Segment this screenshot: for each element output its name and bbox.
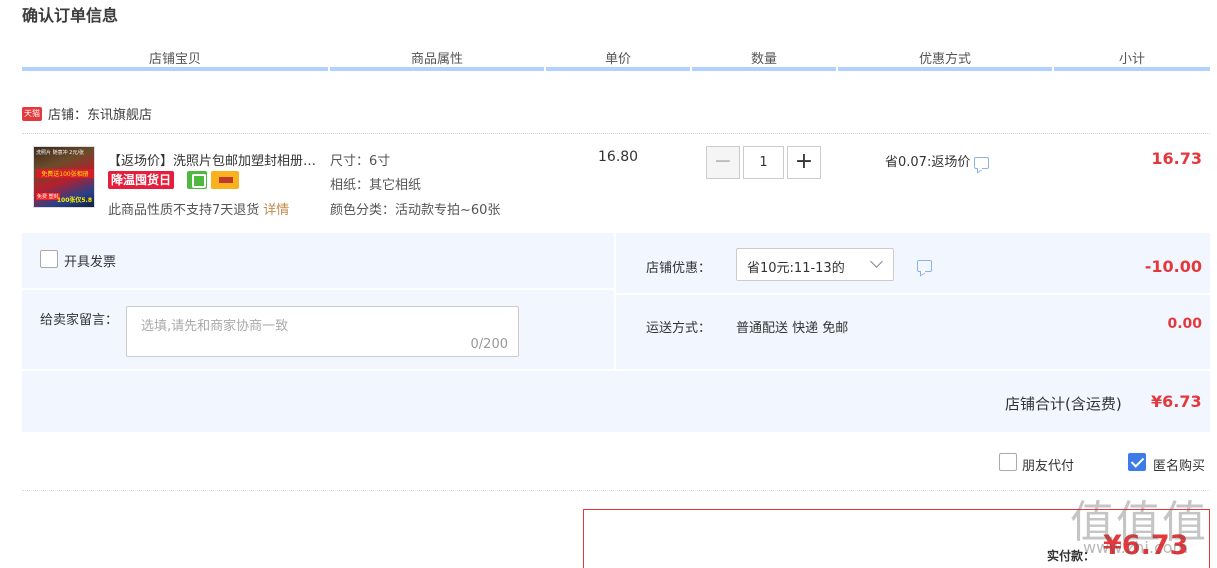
no-return-text: 此商品性质不支持7天退货 — [108, 203, 260, 218]
divider — [22, 490, 1210, 491]
thumb-text: 100张仅5.8 — [56, 197, 92, 204]
shipping-label: 运送方式： — [646, 321, 712, 336]
divider — [616, 293, 1210, 295]
shop-discount-amount: -10.00 — [1144, 257, 1202, 276]
service-badge-icon — [187, 171, 207, 189]
message-char-count: 0/200 — [470, 337, 508, 352]
header-bar — [838, 67, 1052, 71]
card-payment-icon — [211, 171, 239, 189]
column-header-discount: 优惠方式 — [918, 52, 971, 67]
watermark-url: www.zhi.com — [1083, 538, 1189, 557]
anonymous-label[interactable]: 匿名购买 — [1153, 455, 1205, 474]
column-header-subtotal: 小计 — [1118, 52, 1145, 67]
header-bar — [330, 67, 544, 71]
item-subtotal: 16.73 — [1151, 149, 1202, 168]
column-header-quantity: 数量 — [750, 52, 777, 67]
column-header-unit-price: 单价 — [604, 52, 631, 67]
chat-icon[interactable] — [974, 156, 990, 169]
header-bar — [692, 67, 836, 71]
invoice-checkbox[interactable] — [40, 250, 58, 268]
column-header-item: 店铺宝贝 — [148, 52, 201, 67]
chat-icon[interactable] — [917, 259, 932, 272]
shop-discount-select[interactable]: 省10元:11-13的 — [736, 248, 894, 281]
divider — [22, 133, 1210, 134]
discount-text: 省0.07:返场价 — [885, 155, 971, 170]
shipping-amount: 0.00 — [1167, 316, 1202, 332]
item-discount: 省0.07:返场价 — [885, 151, 990, 170]
tmall-badge-icon: 天猫 — [22, 106, 42, 121]
friend-pay-checkbox[interactable] — [999, 453, 1017, 471]
invoice-label[interactable]: 开具发票 — [64, 251, 116, 270]
message-placeholder: 选填,请先和商家协商一致 — [141, 319, 289, 334]
shop-discount-label: 店铺优惠： — [646, 261, 712, 276]
attribute-color: 颜色分类：活动款专拍~60张 — [330, 203, 501, 218]
attribute-paper: 相纸：其它相纸 — [330, 178, 422, 193]
divider — [22, 369, 1210, 371]
message-label: 给卖家留言： — [40, 313, 119, 328]
detail-link[interactable]: 详情 — [263, 203, 289, 218]
product-title-link[interactable]: 【返场价】洗照片包邮加塑封相册冲印晒照片打印相片 — [108, 150, 323, 169]
quantity-input[interactable]: 1 — [743, 146, 784, 179]
thumb-text: 免费送100张相册 — [36, 169, 94, 178]
anonymous-checkbox[interactable] — [1128, 453, 1146, 471]
shipping-method: 普通配送 快递 免邮 — [736, 321, 849, 336]
header-bar — [1054, 67, 1210, 71]
shop-discount-selected: 省10元:11-13的 — [747, 261, 845, 276]
header-bar — [546, 67, 690, 71]
thumb-text: 洗照片 随意冲 2元/张 — [36, 150, 85, 156]
no-return-notice: 此商品性质不支持7天退货 详情 — [108, 199, 289, 218]
divider — [22, 288, 614, 290]
shop-total-amount: ¥6.73 — [1151, 392, 1202, 411]
promo-tag: 降温囤货日 — [108, 171, 175, 189]
chevron-down-icon — [870, 255, 883, 268]
shop-row: 天猫 店铺：东讯旗舰店 — [22, 104, 152, 123]
seller-message-input[interactable]: 选填,请先和商家协商一致 0/200 — [126, 306, 519, 357]
unit-price: 16.80 — [598, 149, 639, 165]
column-header-attributes: 商品属性 — [410, 52, 463, 67]
shop-name-link[interactable]: 店铺：东讯旗舰店 — [48, 104, 152, 123]
quantity-decrease-button[interactable]: − — [706, 146, 740, 179]
friend-pay-label[interactable]: 朋友代付 — [1022, 455, 1074, 474]
attribute-size: 尺寸：6寸 — [330, 154, 391, 169]
quantity-increase-button[interactable]: + — [787, 146, 821, 179]
page-title: 确认订单信息 — [22, 6, 119, 25]
divider — [614, 233, 616, 371]
header-bar — [22, 67, 328, 71]
product-thumbnail[interactable]: 洗照片 随意冲 2元/张 免费送100张相册 免费 塑封 100张仅5.8 — [33, 146, 95, 208]
shop-total-label: 店铺合计(含运费) — [1005, 395, 1122, 413]
